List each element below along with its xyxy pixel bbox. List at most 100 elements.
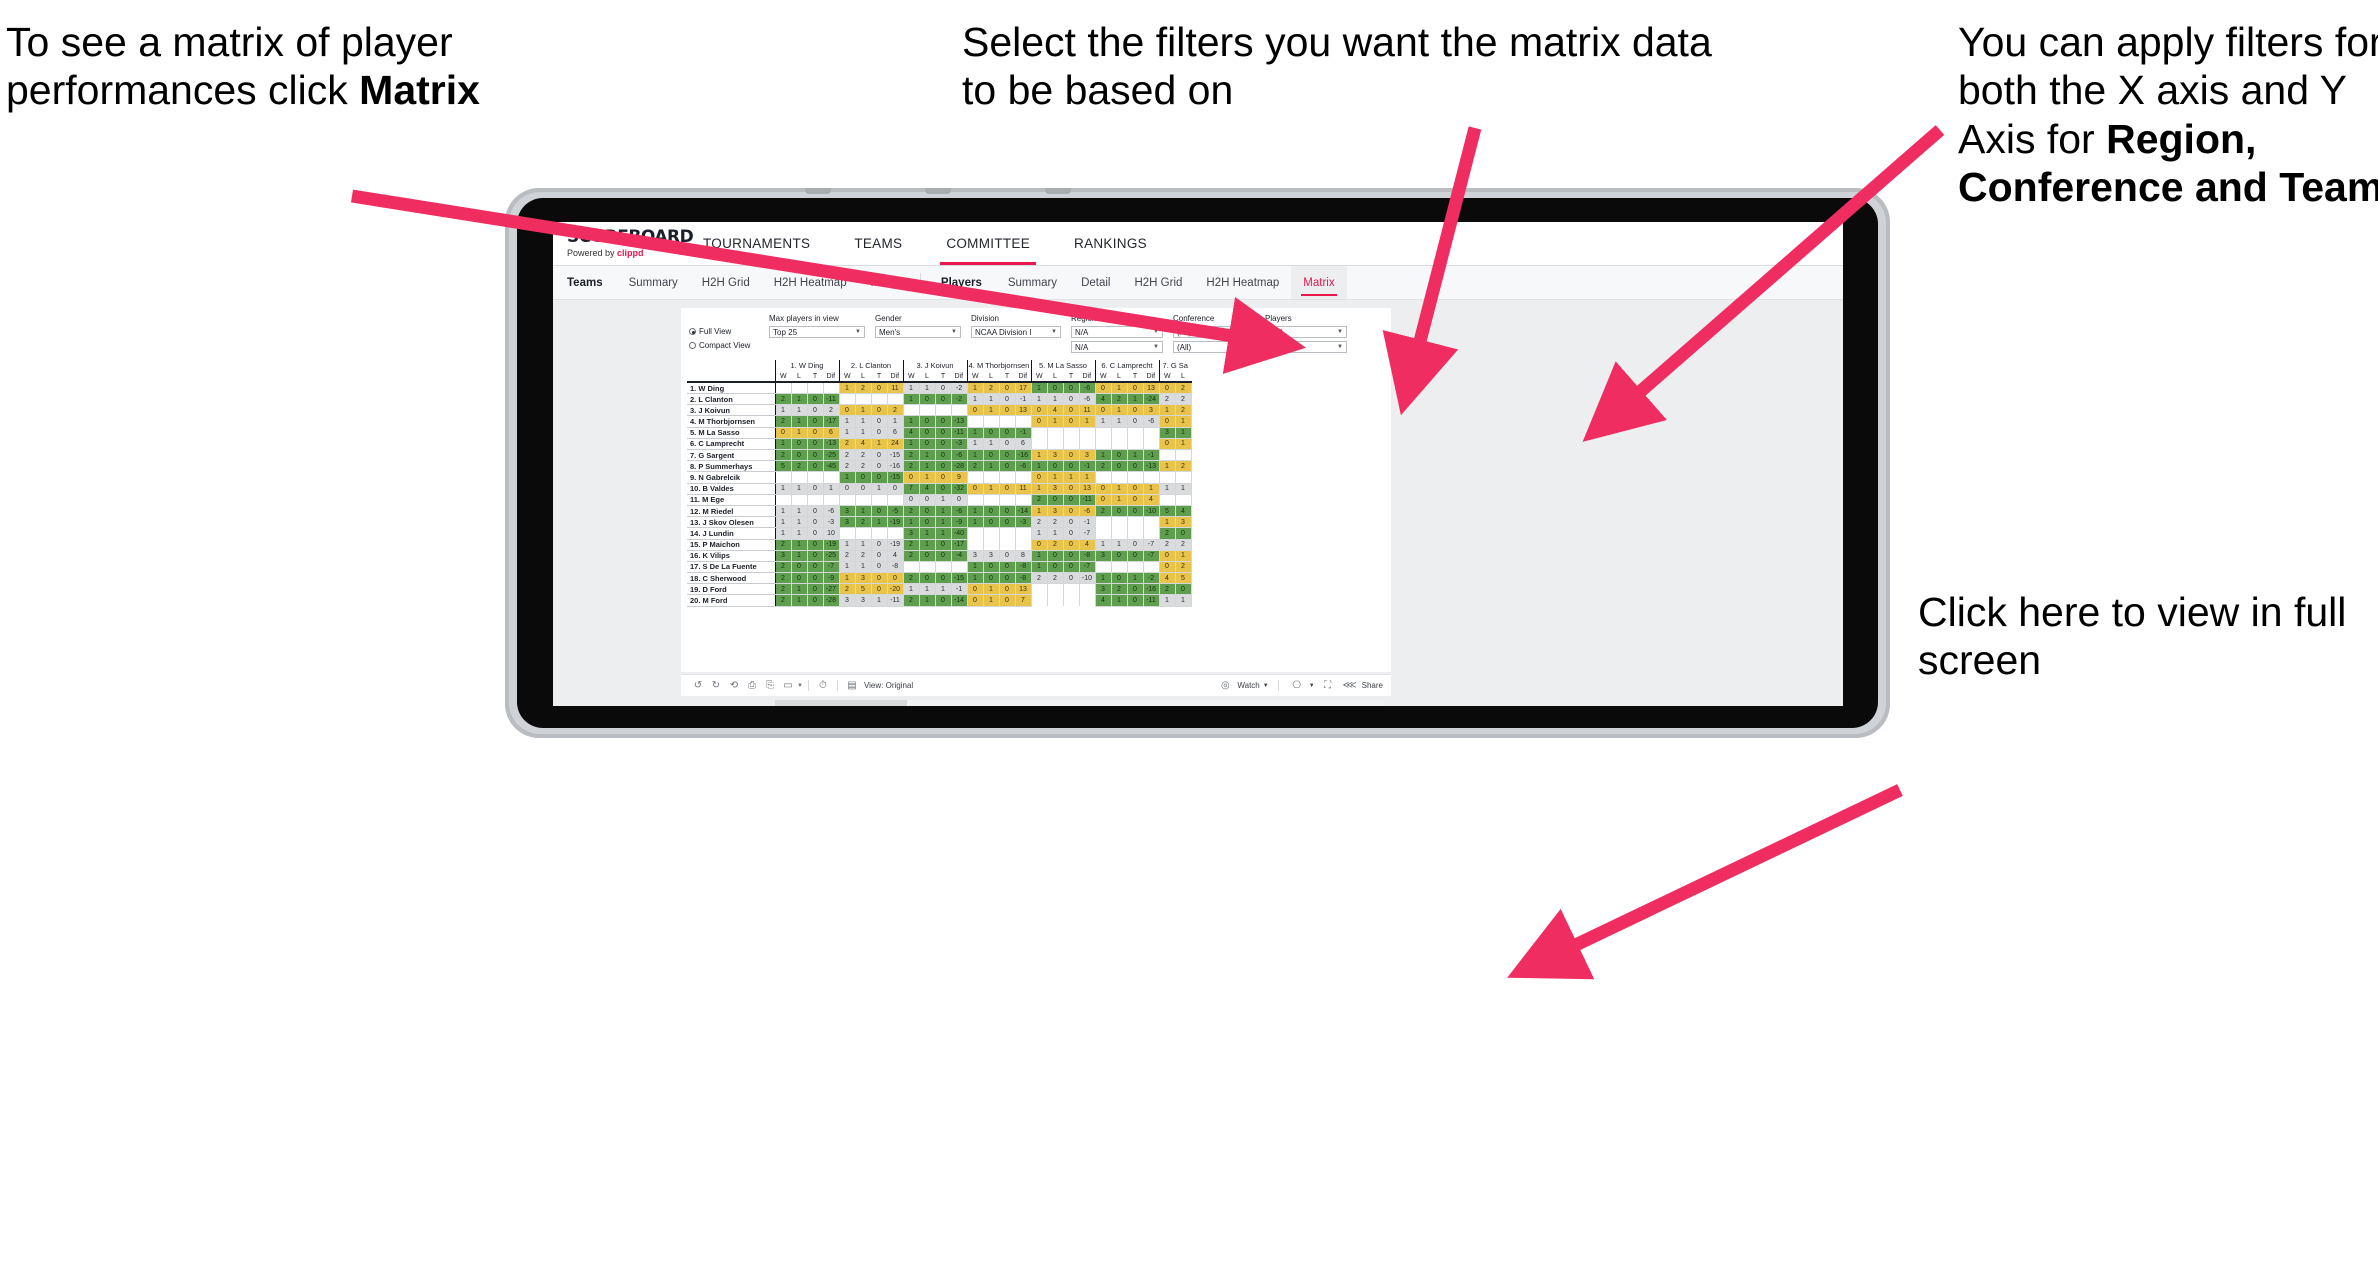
matrix-cell[interactable]: 1	[1174, 482, 1192, 495]
matrix-cell[interactable]: 1	[934, 516, 952, 529]
matrix-cell[interactable]: 0	[934, 594, 952, 607]
matrix-cell[interactable]: 0	[998, 404, 1016, 417]
matrix-cell[interactable]: -1	[1142, 448, 1160, 462]
matrix-cell[interactable]: 0	[998, 426, 1016, 439]
matrix-cell[interactable]: 0	[870, 549, 888, 562]
matrix-cell[interactable]: 0	[982, 516, 1000, 529]
radio-full-view[interactable]: Full View	[689, 326, 759, 337]
matrix-cell[interactable]: 3	[902, 527, 920, 540]
matrix-cell[interactable]: 1	[1110, 493, 1128, 506]
matrix-cell[interactable]: 0	[806, 415, 824, 428]
matrix-cell[interactable]: -7	[1078, 527, 1096, 540]
matrix-cell[interactable]: 1	[854, 538, 872, 551]
matrix-cell[interactable]: 1	[790, 426, 808, 439]
matrix-cell[interactable]: 0	[998, 572, 1016, 585]
matrix-cell[interactable]: 0	[918, 393, 936, 406]
matrix-cell[interactable]: -11	[1078, 493, 1096, 506]
matrix-cell[interactable]: 0	[870, 381, 888, 395]
matrix-cell[interactable]	[1062, 427, 1080, 439]
matrix-cell[interactable]: 0	[918, 516, 936, 529]
matrix-cell[interactable]: 1	[774, 404, 792, 417]
matrix-cell[interactable]: 1	[982, 482, 1000, 495]
matrix-cell[interactable]: 0	[918, 549, 936, 562]
matrix-cell[interactable]: 0	[870, 560, 888, 574]
matrix-cell[interactable]: 1	[854, 560, 872, 574]
matrix-cell[interactable]: 1	[1062, 471, 1080, 484]
matrix-cell[interactable]: 0	[1046, 381, 1064, 395]
matrix-cell[interactable]	[934, 561, 952, 573]
matrix-cell[interactable]: 2	[1174, 460, 1192, 473]
matrix-cell[interactable]	[1014, 471, 1032, 484]
matrix-cell[interactable]: 0	[806, 538, 824, 551]
matrix-cell[interactable]: 3	[838, 516, 856, 529]
matrix-cell[interactable]: 0	[966, 482, 984, 495]
matrix-cell[interactable]: 2	[1174, 381, 1192, 395]
matrix-cell[interactable]: 1	[790, 404, 808, 417]
matrix-cell[interactable]: 0	[934, 460, 952, 473]
matrix-cell[interactable]: 0	[998, 504, 1016, 518]
matrix-cell[interactable]	[806, 382, 824, 394]
matrix-cell[interactable]: 6	[1014, 437, 1032, 451]
matrix-cell[interactable]: 0	[1126, 415, 1144, 428]
matrix-cell[interactable]: 0	[1126, 583, 1144, 596]
matrix-cell[interactable]: 10	[822, 527, 840, 540]
matrix-cell[interactable]: -8	[1078, 549, 1096, 562]
matrix-cell[interactable]: 0	[934, 393, 952, 406]
matrix-cell[interactable]: 0	[1062, 393, 1080, 406]
matrix-cell[interactable]	[1158, 494, 1176, 506]
present-button[interactable]: ⎔ ▼	[1288, 680, 1314, 691]
matrix-cell[interactable]	[1174, 494, 1192, 506]
matrix-cell[interactable]: 0	[998, 437, 1016, 451]
matrix-cell[interactable]: 1	[1094, 448, 1112, 462]
matrix-cell[interactable]: 0	[934, 482, 952, 495]
matrix-cell[interactable]: 1	[838, 572, 856, 585]
matrix-cell[interactable]: -6	[1078, 393, 1096, 406]
matrix-cell[interactable]	[822, 471, 840, 484]
matrix-cell[interactable]: 0	[806, 572, 824, 585]
matrix-cell[interactable]: 1	[1030, 393, 1048, 406]
matrix-cell[interactable]	[806, 494, 824, 506]
matrix-cell[interactable]: -3	[950, 437, 968, 451]
matrix-cell[interactable]: 13	[1014, 404, 1032, 417]
matrix-cell[interactable]: -40	[950, 527, 968, 540]
matrix-cell[interactable]: 1	[774, 504, 792, 518]
revert-icon[interactable]: ⟲	[725, 680, 743, 691]
matrix-cell[interactable]: 1	[966, 393, 984, 406]
matrix-cell[interactable]: 0	[950, 493, 968, 506]
matrix-cell[interactable]: 3	[1046, 448, 1064, 462]
matrix-cell[interactable]: 0	[1046, 560, 1064, 574]
matrix-cell[interactable]: 13	[1014, 583, 1032, 596]
matrix-cell[interactable]: 1	[1110, 415, 1128, 428]
matrix-cell[interactable]: 0	[870, 448, 888, 462]
tab-teams-h2h-heatmap[interactable]: H2H Heatmap	[762, 266, 859, 299]
matrix-cell[interactable]: 0	[998, 448, 1016, 462]
matrix-cell[interactable]: 2	[854, 516, 872, 529]
matrix-cell[interactable]: 2	[902, 448, 920, 462]
matrix-cell[interactable]: 0	[934, 415, 952, 428]
matrix-cell[interactable]: 0	[934, 549, 952, 562]
matrix-cell[interactable]: -19	[822, 538, 840, 551]
matrix-cell[interactable]: -13	[822, 437, 840, 451]
matrix-cell[interactable]: 0	[806, 460, 824, 473]
matrix-cell[interactable]: 0	[1062, 549, 1080, 562]
matrix-cell[interactable]: 1	[1174, 426, 1192, 439]
matrix-cell[interactable]: 1	[902, 516, 920, 529]
matrix-cell[interactable]: 1	[1030, 460, 1048, 473]
matrix-cell[interactable]	[1078, 583, 1096, 595]
matrix-cell[interactable]: 3	[982, 549, 1000, 562]
matrix-cell[interactable]: 0	[1110, 460, 1128, 473]
matrix-cell[interactable]: 0	[1110, 448, 1128, 462]
matrix-cell[interactable]: -19	[886, 538, 904, 551]
matrix-cell[interactable]	[886, 393, 904, 405]
matrix-cell[interactable]: 0	[998, 549, 1016, 562]
matrix-cell[interactable]: 1	[918, 448, 936, 462]
matrix-cell[interactable]: 4	[1078, 538, 1096, 551]
matrix-cell[interactable]: 2	[1174, 393, 1192, 406]
matrix-cell[interactable]: 1	[918, 538, 936, 551]
matrix-cell[interactable]: 1	[790, 516, 808, 529]
matrix-cell[interactable]: 0	[1062, 516, 1080, 529]
matrix-cell[interactable]: 1	[870, 482, 888, 495]
tab-players-h2h-heatmap[interactable]: H2H Heatmap	[1194, 266, 1291, 299]
matrix-cell[interactable]: 1	[790, 393, 808, 406]
matrix-cell[interactable]: 3	[1094, 583, 1112, 596]
